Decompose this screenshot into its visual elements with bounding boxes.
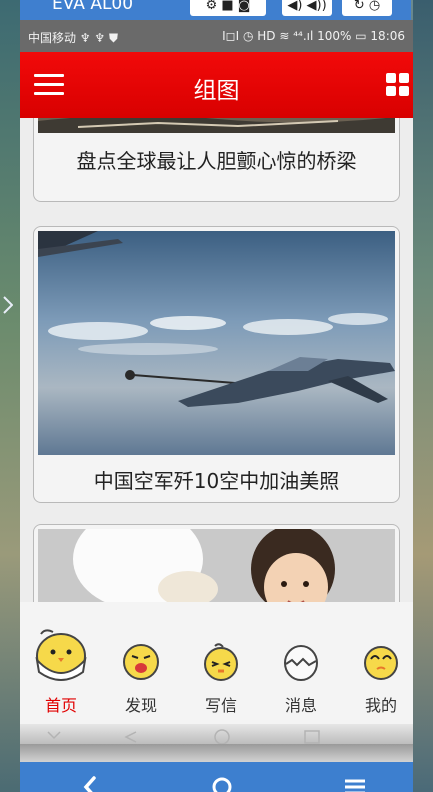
- tab-discover-label: 发现: [124, 696, 157, 715]
- system-status: I◻I ◷ HD ≋ ⁴⁴.ıl 100% ▭ 18:06: [222, 29, 405, 43]
- gallery-card[interactable]: 中国空军歼10空中加油美照: [33, 226, 400, 503]
- bottom-tab-bar: 首页 发现 写信 消息 我的: [20, 602, 413, 724]
- scroll-fade: [20, 744, 413, 762]
- chick-home-icon: [35, 629, 87, 681]
- system-navigation-bar: [20, 762, 413, 792]
- desktop-wallpaper-left: [0, 0, 20, 792]
- emulator-tools-button[interactable]: ⚙ ■ ◙: [190, 0, 266, 16]
- chick-mine-icon: [364, 646, 398, 680]
- child-photo: [38, 529, 395, 602]
- phone-screen: 中国移动 ♆ ♆ ⛊ I◻I ◷ HD ≋ ⁴⁴.ıl 100% ▭ 18:06…: [20, 20, 413, 792]
- recent-apps-icon[interactable]: [340, 774, 370, 792]
- tab-write-label: 写信: [204, 696, 237, 715]
- ghost-navbar-overlay: [20, 724, 413, 745]
- app-header: 组图: [20, 52, 413, 118]
- emulator-volume-label: ◀) ◀)): [287, 0, 327, 13]
- gallery-card[interactable]: [33, 524, 400, 602]
- tab-home-label: 首页: [44, 696, 77, 715]
- gallery-feed[interactable]: 盘点全球最让人胆颤心惊的桥梁 中国空军歼10空中加油美照: [20, 118, 413, 602]
- grid-view-icon[interactable]: [386, 73, 409, 96]
- bridge-photo: [38, 118, 395, 133]
- tab-mine-label: 我的: [364, 696, 397, 715]
- emulator-title: EVA AL00: [52, 0, 134, 14]
- card-caption: 盘点全球最让人胆颤心惊的桥梁: [76, 149, 357, 173]
- egg-message-icon: [284, 645, 318, 681]
- status-bar: 中国移动 ♆ ♆ ⛊ I◻I ◷ HD ≋ ⁴⁴.ıl 100% ▭ 18:06: [20, 20, 413, 52]
- desktop-wallpaper-right: [413, 0, 433, 792]
- tab-message-label: 消息: [284, 696, 317, 715]
- emulator-rotate-label: ↻ ◷: [353, 0, 381, 13]
- emulator-tools-label: ⚙ ■ ◙: [205, 0, 251, 13]
- jet-refuel-photo: [38, 231, 395, 455]
- gallery-card[interactable]: 盘点全球最让人胆颤心惊的桥梁: [33, 118, 400, 202]
- page-title: 组图: [193, 78, 240, 104]
- chick-discover-icon: [123, 644, 159, 680]
- emulator-rotate-button[interactable]: ↻ ◷: [342, 0, 392, 16]
- side-handle-icon[interactable]: [3, 296, 13, 314]
- carrier-info: 中国移动 ♆ ♆ ⛊: [28, 31, 118, 45]
- card-caption: 中国空军歼10空中加油美照: [93, 469, 340, 493]
- back-icon[interactable]: [76, 774, 106, 792]
- chick-write-icon: [204, 643, 238, 681]
- home-icon[interactable]: [207, 774, 237, 792]
- emulator-toolbar: EVA AL00 ⚙ ■ ◙ ◀) ◀)) ↻ ◷: [20, 0, 411, 20]
- emulator-volume-button[interactable]: ◀) ◀)): [282, 0, 332, 16]
